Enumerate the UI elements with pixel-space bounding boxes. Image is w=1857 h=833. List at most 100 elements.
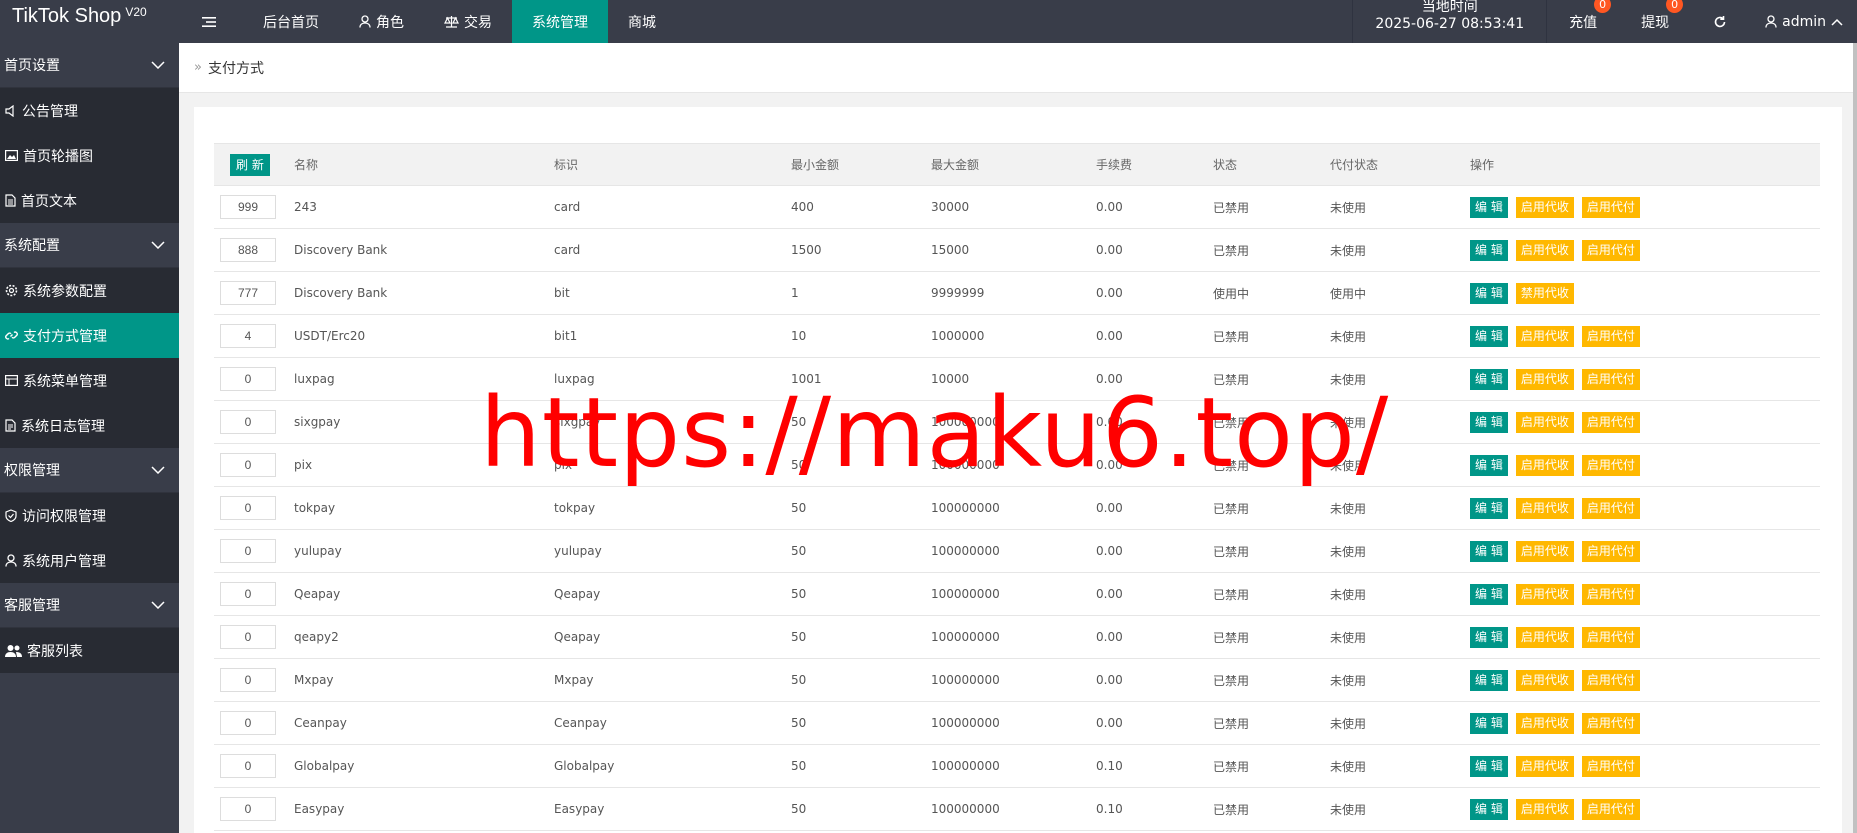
toggle-payout-button[interactable]: 启用代付: [1581, 196, 1640, 218]
payout-status-cell: 未使用: [1330, 228, 1470, 272]
sort-input[interactable]: [220, 625, 276, 649]
edit-button[interactable]: 编 辑: [1470, 497, 1508, 519]
table-header-max: 最大金额: [931, 143, 1096, 186]
toggle-payout-button[interactable]: 启用代付: [1581, 497, 1640, 519]
sort-input[interactable]: [220, 367, 276, 391]
toggle-collect-button[interactable]: 启用代收: [1515, 798, 1574, 820]
toggle-collect-button[interactable]: 启用代收: [1515, 239, 1574, 261]
sort-input[interactable]: [220, 238, 276, 262]
toggle-payout-button[interactable]: 启用代付: [1581, 583, 1640, 605]
sort-input[interactable]: [220, 453, 276, 477]
toggle-payout-button[interactable]: 启用代付: [1581, 712, 1640, 734]
toggle-payout-button[interactable]: 启用代付: [1581, 325, 1640, 347]
toggle-collect-button[interactable]: 启用代收: [1515, 755, 1574, 777]
sidebar-item-system-menu[interactable]: 系统菜单管理: [0, 358, 179, 403]
sort-input[interactable]: [220, 754, 276, 778]
payout-status-cell: 未使用: [1330, 787, 1470, 831]
edit-button[interactable]: 编 辑: [1470, 669, 1508, 691]
edit-button[interactable]: 编 辑: [1470, 755, 1508, 777]
sidebar-item-home-text[interactable]: 首页文本: [0, 178, 179, 223]
nav-system[interactable]: 系统管理: [512, 0, 608, 43]
nav-roles[interactable]: 角色: [339, 0, 424, 43]
sort-input[interactable]: [220, 539, 276, 563]
edit-button[interactable]: 编 辑: [1470, 282, 1508, 304]
toggle-collect-button[interactable]: 启用代收: [1515, 368, 1574, 390]
nav-mall[interactable]: 商城: [608, 0, 676, 43]
name-cell: Discovery Bank: [294, 228, 554, 272]
toggle-collect-button[interactable]: 启用代收: [1515, 669, 1574, 691]
toggle-collect-button[interactable]: 启用代收: [1515, 196, 1574, 218]
toggle-payout-button[interactable]: 启用代付: [1581, 454, 1640, 476]
toggle-collect-button[interactable]: 启用代收: [1515, 325, 1574, 347]
toggle-collect-button[interactable]: 启用代收: [1515, 626, 1574, 648]
recharge-button[interactable]: 充值 0: [1547, 0, 1619, 43]
sidebar-group-home[interactable]: 首页设置: [0, 43, 179, 88]
edit-button[interactable]: 编 辑: [1470, 239, 1508, 261]
app-version: V20: [125, 5, 147, 19]
toggle-payout-button[interactable]: 启用代付: [1581, 798, 1640, 820]
refresh-button[interactable]: 刷 新: [230, 153, 270, 176]
sidebar-item-system-params[interactable]: 系统参数配置: [0, 268, 179, 313]
code-cell: card: [554, 228, 791, 272]
edit-button[interactable]: 编 辑: [1470, 454, 1508, 476]
sort-input[interactable]: [220, 195, 276, 219]
code-cell: Qeapay: [554, 572, 791, 616]
toggle-collect-button[interactable]: 启用代收: [1515, 454, 1574, 476]
menu-toggle-button[interactable]: [180, 0, 243, 43]
toggle-collect-button[interactable]: 启用代收: [1515, 411, 1574, 433]
app-logo[interactable]: TikTok Shop V20: [0, 0, 180, 43]
table-header-status: 状态: [1213, 143, 1330, 186]
sort-cell: [214, 314, 294, 358]
sort-input[interactable]: [220, 711, 276, 735]
breadcrumb: » 支付方式: [179, 43, 1855, 93]
toggle-payout-button[interactable]: 启用代付: [1581, 411, 1640, 433]
edit-button[interactable]: 编 辑: [1470, 540, 1508, 562]
name-cell: Globalpay: [294, 744, 554, 788]
sort-input[interactable]: [220, 496, 276, 520]
toggle-collect-button[interactable]: 禁用代收: [1515, 282, 1574, 304]
sort-input[interactable]: [220, 324, 276, 348]
refresh-page-button[interactable]: [1691, 0, 1749, 43]
sidebar-group-customer-service[interactable]: 客服管理: [0, 583, 179, 628]
sort-input[interactable]: [220, 281, 276, 305]
toggle-payout-button[interactable]: 启用代付: [1581, 626, 1640, 648]
toggle-collect-button[interactable]: 启用代收: [1515, 497, 1574, 519]
edit-button[interactable]: 编 辑: [1470, 626, 1508, 648]
edit-button[interactable]: 编 辑: [1470, 712, 1508, 734]
sidebar-group-permissions[interactable]: 权限管理: [0, 448, 179, 493]
max-amount-cell: 30000: [931, 185, 1096, 229]
toggle-payout-button[interactable]: 启用代付: [1581, 755, 1640, 777]
sidebar-item-system-log[interactable]: 系统日志管理: [0, 403, 179, 448]
sidebar-item-access-permissions[interactable]: 访问权限管理: [0, 493, 179, 538]
toggle-payout-button[interactable]: 启用代付: [1581, 368, 1640, 390]
toggle-collect-button[interactable]: 启用代收: [1515, 712, 1574, 734]
edit-button[interactable]: 编 辑: [1470, 583, 1508, 605]
sort-input[interactable]: [220, 410, 276, 434]
edit-button[interactable]: 编 辑: [1470, 368, 1508, 390]
nav-dashboard[interactable]: 后台首页: [243, 0, 339, 43]
sort-input[interactable]: [220, 668, 276, 692]
sidebar-item-carousel[interactable]: 首页轮播图: [0, 133, 179, 178]
sort-input[interactable]: [220, 797, 276, 821]
page-scrollbar[interactable]: [1853, 43, 1857, 833]
toggle-payout-button[interactable]: 启用代付: [1581, 669, 1640, 691]
edit-button[interactable]: 编 辑: [1470, 798, 1508, 820]
toggle-collect-button[interactable]: 启用代收: [1515, 540, 1574, 562]
sidebar-group-system[interactable]: 系统配置: [0, 223, 179, 268]
edit-button[interactable]: 编 辑: [1470, 325, 1508, 347]
sidebar-item-system-users[interactable]: 系统用户管理: [0, 538, 179, 583]
edit-button[interactable]: 编 辑: [1470, 196, 1508, 218]
toggle-payout-button[interactable]: 启用代付: [1581, 239, 1640, 261]
actions-cell: 编 辑启用代收 启用代付: [1470, 615, 1820, 659]
max-amount-cell: 100000000: [931, 701, 1096, 745]
user-menu[interactable]: admin: [1749, 0, 1857, 43]
edit-button[interactable]: 编 辑: [1470, 411, 1508, 433]
toggle-payout-button[interactable]: 启用代付: [1581, 540, 1640, 562]
toggle-collect-button[interactable]: 启用代收: [1515, 583, 1574, 605]
nav-trade[interactable]: 交易: [424, 0, 512, 43]
sidebar-item-service-list[interactable]: 客服列表: [0, 628, 179, 673]
sidebar-item-payment-methods[interactable]: 支付方式管理: [0, 313, 179, 358]
sidebar-item-announcements[interactable]: 公告管理: [0, 88, 179, 133]
withdraw-button[interactable]: 提现 0: [1619, 0, 1691, 43]
sort-input[interactable]: [220, 582, 276, 606]
